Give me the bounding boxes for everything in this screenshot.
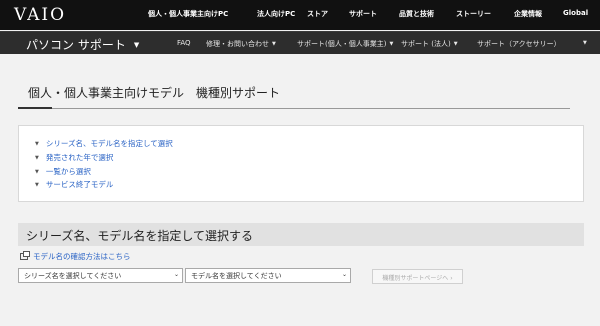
- triangle-bullet-icon: ▼: [35, 141, 39, 147]
- nav-quality[interactable]: 品質と技術: [399, 9, 434, 19]
- subnav-support-accessory[interactable]: サポート（アクセサリー）: [477, 39, 561, 49]
- subnav-repair[interactable]: 修理・お問い合わせ ▼: [206, 39, 276, 49]
- link-select-by-year[interactable]: ▼ 発売された年で選択: [35, 152, 113, 163]
- subnav-support-personal[interactable]: サポート(個人・個人事業主) ▼: [297, 39, 393, 49]
- section-heading: シリーズ名、モデル名を指定して選択する: [18, 223, 584, 246]
- nav-consumer-pc[interactable]: 個人・個人事業主向けPC: [148, 9, 228, 19]
- chevron-down-icon: ▼: [272, 41, 276, 47]
- chevron-down-icon: ▼: [453, 41, 458, 47]
- vaio-logo[interactable]: VAIO: [14, 5, 66, 25]
- global-header: VAIO 個人・個人事業主向けPC 法人向けPC ストア サポート 品質と技術 …: [0, 0, 600, 30]
- selection-method-panel: ▼ シリーズ名、モデル名を指定して選択 ▼ 発売された年で選択 ▼ 一覧から選択 ▼ サ…: [18, 125, 584, 202]
- link-service-ended-models[interactable]: ▼ サービス終了モデル: [35, 179, 113, 190]
- chevron-down-icon: ⌄: [341, 271, 347, 278]
- link-select-by-model-name[interactable]: ▼ シリーズ名、モデル名を指定して選択: [35, 138, 173, 149]
- triangle-bullet-icon: ▼: [35, 155, 39, 161]
- support-title-label: パソコン サポート: [26, 38, 126, 52]
- triangle-bullet-icon: ▼: [35, 182, 39, 188]
- subnav-support-business-label: サポート (法人): [401, 40, 451, 48]
- chevron-down-icon: ⌄: [173, 271, 179, 278]
- model-select[interactable]: モデル名を選択してください ⌄: [185, 268, 351, 283]
- nav-store[interactable]: ストア: [307, 9, 328, 19]
- triangle-bullet-icon: ▼: [35, 169, 39, 175]
- chevron-down-icon: ▼: [133, 41, 140, 49]
- title-divider-accent: [18, 107, 52, 109]
- nav-business-pc[interactable]: 法人向けPC: [257, 9, 295, 19]
- link-select-by-year-label: 発売された年で選択: [45, 153, 114, 162]
- support-menu-title[interactable]: パソコン サポート ▼: [26, 36, 139, 53]
- subnav-support-business[interactable]: サポート (法人) ▼: [401, 39, 458, 49]
- chevron-down-icon: ▼: [389, 41, 394, 47]
- external-window-icon: [20, 251, 30, 260]
- model-name-help-link[interactable]: モデル名の確認方法はこちら: [20, 251, 131, 262]
- chevron-down-icon: ▼: [583, 40, 587, 46]
- link-select-from-list[interactable]: ▼ 一覧から選択: [35, 166, 91, 177]
- support-header: パソコン サポート ▼ FAQ 修理・お問い合わせ ▼ サポート(個人・個人事業主)…: [0, 31, 600, 54]
- nav-support[interactable]: サポート: [349, 9, 377, 19]
- subnav-faq[interactable]: FAQ: [177, 39, 191, 47]
- link-select-by-model-name-label: シリーズ名、モデル名を指定して選択: [45, 139, 173, 148]
- nav-company[interactable]: 企業情報: [514, 9, 542, 19]
- subnav-support-personal-label: サポート(個人・個人事業主): [297, 40, 387, 48]
- nav-global[interactable]: Global: [563, 9, 588, 17]
- link-select-from-list-label: 一覧から選択: [45, 167, 91, 176]
- series-select[interactable]: シリーズ名を選択してください ⌄: [18, 268, 183, 283]
- link-service-ended-models-label: サービス終了モデル: [45, 180, 114, 189]
- go-to-model-support-button[interactable]: 機種別サポートページへ ›: [372, 269, 463, 284]
- page-title: 個人・個人事業主向けモデル 機種別サポート: [28, 86, 281, 100]
- model-select-value: モデル名を選択してください: [191, 272, 282, 280]
- subnav-repair-label: 修理・お問い合わせ: [206, 40, 269, 48]
- subnav-accessory-dropdown[interactable]: ▼: [580, 39, 587, 47]
- title-divider: [18, 108, 570, 109]
- series-select-value: シリーズ名を選択してください: [24, 272, 122, 280]
- model-name-help-label: モデル名の確認方法はこちら: [33, 252, 131, 261]
- section-heading-text: シリーズ名、モデル名を指定して選択する: [26, 229, 254, 243]
- nav-story[interactable]: ストーリー: [456, 9, 491, 19]
